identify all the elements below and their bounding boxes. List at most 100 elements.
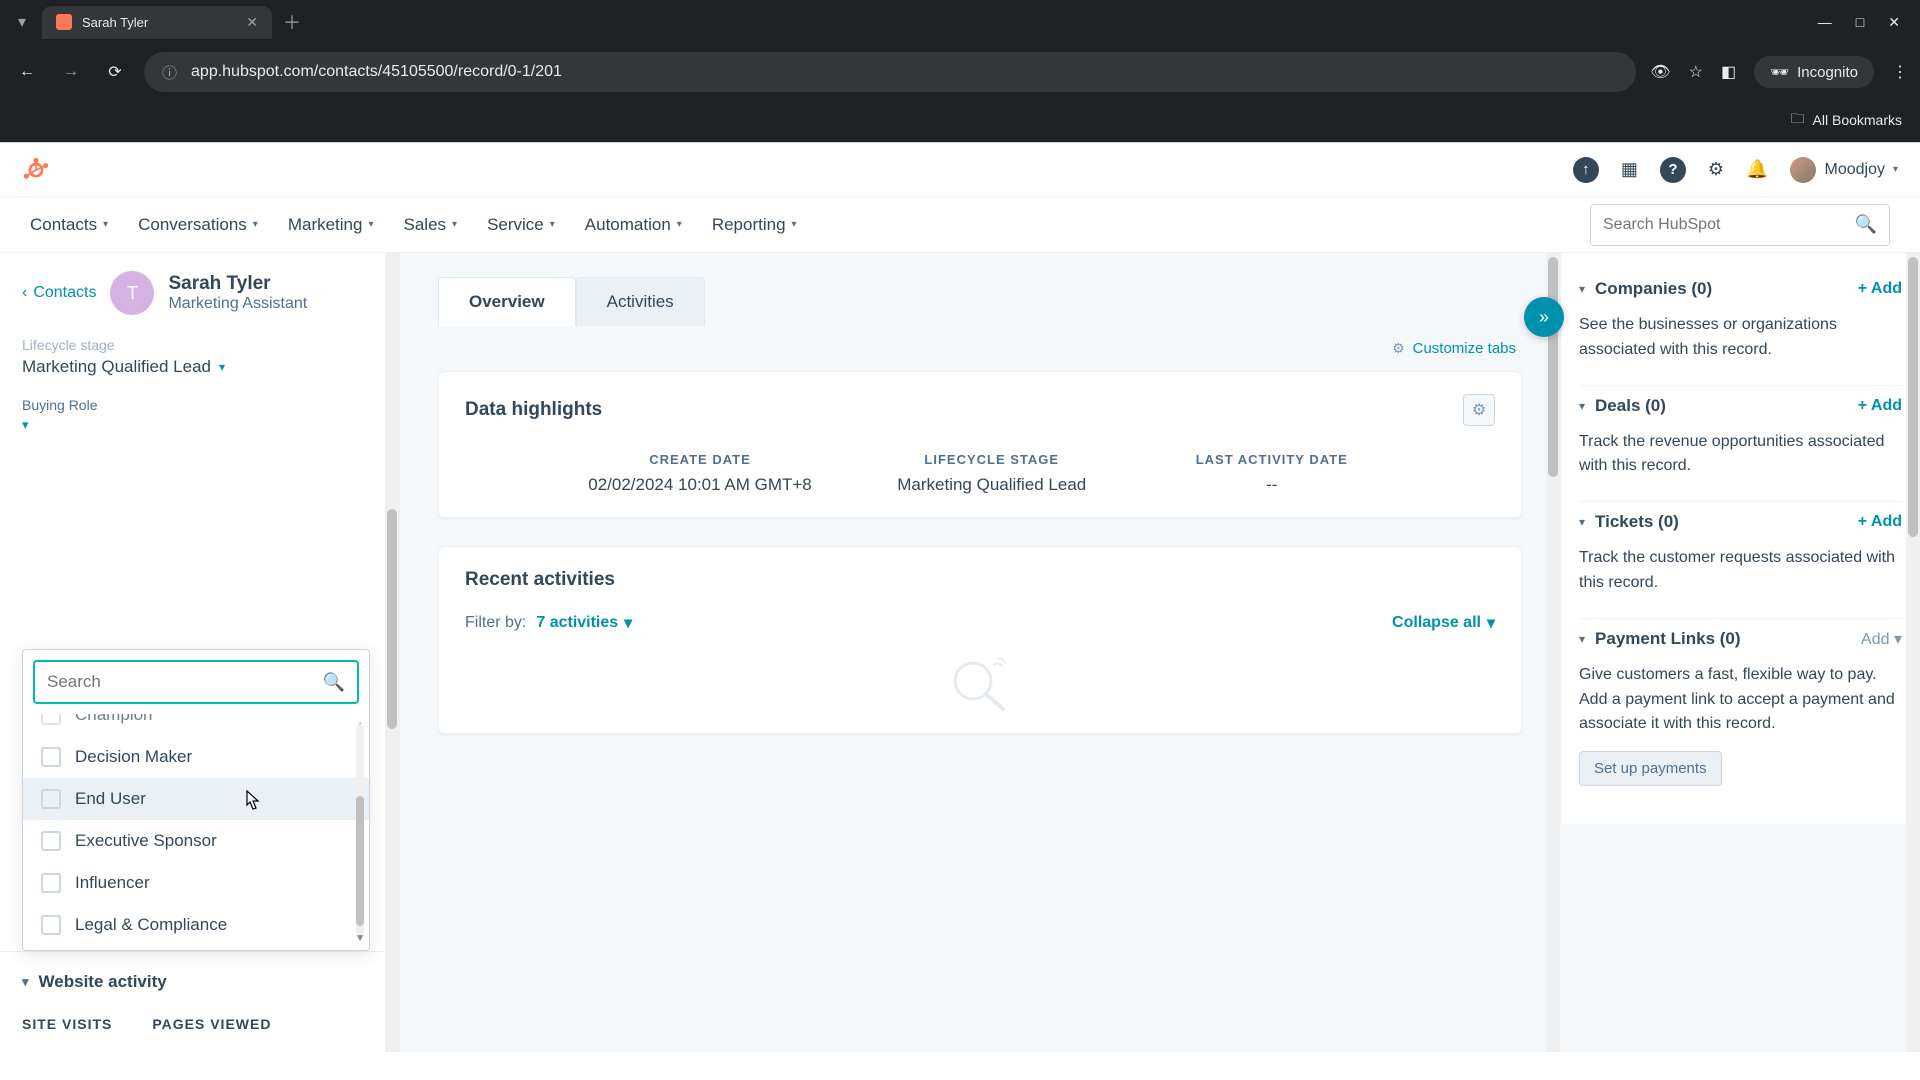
buying-role-select-trigger[interactable]: ▾ bbox=[22, 417, 29, 433]
tab-pages-viewed[interactable]: PAGES VIEWED bbox=[152, 1016, 271, 1032]
tab-overview[interactable]: Overview bbox=[438, 277, 576, 326]
dropdown-scrollbar[interactable]: ▲ ▼ bbox=[353, 724, 367, 940]
browser-tab[interactable]: Sarah Tyler ✕ bbox=[42, 6, 272, 39]
incognito-indicator[interactable]: 🕶 Incognito bbox=[1754, 56, 1874, 88]
checkbox[interactable] bbox=[41, 714, 61, 725]
window-controls: ― □ ✕ bbox=[1818, 14, 1912, 31]
chevron-down-icon[interactable]: ▾ bbox=[1579, 282, 1585, 296]
setup-payments-button[interactable]: Set up payments bbox=[1579, 751, 1722, 786]
chevron-down-icon[interactable]: ▾ bbox=[1579, 515, 1585, 529]
left-scrollbar[interactable] bbox=[385, 253, 399, 1052]
gear-icon: ⚙ bbox=[1392, 340, 1405, 357]
website-activity-section: ▾ Website activity SITE VISITS PAGES VIE… bbox=[0, 951, 399, 1052]
notifications-bell-icon[interactable]: 🔔 bbox=[1746, 159, 1768, 180]
nav-automation[interactable]: Automation▾ bbox=[585, 215, 682, 235]
option-decision-maker[interactable]: Decision Maker bbox=[23, 736, 369, 778]
minimize-icon[interactable]: ― bbox=[1818, 14, 1832, 31]
help-icon[interactable]: ? bbox=[1660, 157, 1686, 183]
nav-reporting[interactable]: Reporting▾ bbox=[712, 215, 797, 235]
option-legal-compliance[interactable]: Legal & Compliance bbox=[23, 904, 369, 946]
right-scrollbar[interactable] bbox=[1906, 253, 1920, 1052]
dropdown-search[interactable]: 🔍 bbox=[33, 660, 359, 704]
global-search[interactable]: 🔍 bbox=[1590, 204, 1890, 246]
hubspot-app: ↑ ▦ ? ⚙ 🔔 Moodjoy ▾ Contacts▾ Conversati… bbox=[0, 142, 1920, 1052]
close-window-icon[interactable]: ✕ bbox=[1888, 14, 1900, 31]
checkbox[interactable] bbox=[41, 873, 61, 893]
option-executive-sponsor[interactable]: Executive Sponsor bbox=[23, 820, 369, 862]
back-icon[interactable]: ← bbox=[12, 57, 42, 87]
dropdown-option-list: Champion Decision Maker End User Executi… bbox=[23, 714, 369, 950]
search-input[interactable] bbox=[1603, 216, 1855, 234]
scroll-thumb[interactable] bbox=[387, 509, 397, 729]
option-influencer[interactable]: Influencer bbox=[23, 862, 369, 904]
empty-state-illustration bbox=[465, 651, 1495, 711]
nav-marketing[interactable]: Marketing▾ bbox=[288, 215, 374, 235]
tab-activities[interactable]: Activities bbox=[576, 277, 705, 326]
search-icon[interactable]: 🔍 bbox=[323, 672, 345, 693]
nav-conversations[interactable]: Conversations▾ bbox=[138, 215, 258, 235]
section-deals: ▾ Deals (0) + Add Track the revenue oppo… bbox=[1579, 386, 1902, 503]
option-champion[interactable]: Champion bbox=[23, 714, 369, 736]
add-payment-link-dropdown[interactable]: Add ▾ bbox=[1861, 629, 1902, 649]
scroll-thumb[interactable] bbox=[1548, 257, 1558, 477]
add-deal-button[interactable]: + Add bbox=[1858, 397, 1902, 415]
chevron-down-icon[interactable]: ▾ bbox=[1579, 399, 1585, 413]
buying-role-dropdown: 🔍 Champion Decision Maker End User Execu… bbox=[22, 649, 370, 951]
nav-sales[interactable]: Sales▾ bbox=[404, 215, 458, 235]
side-panel-icon[interactable]: ◧ bbox=[1721, 62, 1736, 82]
tab-title: Sarah Tyler bbox=[82, 15, 236, 30]
highlight-create-date: CREATE DATE 02/02/2024 10:01 AM GMT+8 bbox=[588, 452, 812, 495]
nav-service[interactable]: Service▾ bbox=[487, 215, 555, 235]
option-end-user[interactable]: End User bbox=[23, 778, 369, 820]
new-tab-button[interactable]: ＋ bbox=[278, 8, 306, 36]
settings-gear-icon[interactable]: ⚙ bbox=[1708, 159, 1724, 180]
card-title: Recent activities bbox=[465, 569, 1495, 591]
mid-scrollbar[interactable] bbox=[1546, 253, 1560, 1052]
forward-icon[interactable]: → bbox=[56, 57, 86, 87]
chevron-down-icon: ▾ bbox=[219, 360, 225, 374]
card-settings-button[interactable]: ⚙ bbox=[1463, 394, 1495, 426]
upgrade-icon[interactable]: ↑ bbox=[1573, 157, 1599, 183]
record-main: Overview Activities ⚙ Customize tabs Dat… bbox=[400, 253, 1560, 1052]
hubspot-logo-icon[interactable] bbox=[22, 156, 50, 184]
contact-name: Sarah Tyler bbox=[168, 273, 307, 295]
nav-contacts[interactable]: Contacts▾ bbox=[30, 215, 108, 235]
checkbox[interactable] bbox=[41, 789, 61, 809]
site-info-icon[interactable]: ⓘ bbox=[162, 62, 177, 83]
scroll-thumb[interactable] bbox=[356, 796, 364, 926]
lifecycle-stage-select[interactable]: Marketing Qualified Lead ▾ bbox=[22, 357, 377, 377]
checkbox[interactable] bbox=[41, 915, 61, 935]
checkbox[interactable] bbox=[41, 747, 61, 767]
add-ticket-button[interactable]: + Add bbox=[1858, 513, 1902, 531]
chevron-down-icon: ▾ bbox=[253, 219, 258, 230]
checkbox[interactable] bbox=[41, 831, 61, 851]
contact-avatar[interactable]: T bbox=[110, 271, 154, 315]
primary-nav: Contacts▾ Conversations▾ Marketing▾ Sale… bbox=[0, 197, 1920, 253]
add-company-button[interactable]: + Add bbox=[1858, 280, 1902, 298]
website-activity-toggle[interactable]: ▾ Website activity bbox=[22, 972, 377, 992]
browser-chrome: ▾ Sarah Tyler ✕ ＋ ― □ ✕ ← → ⟳ ⓘ app.hubs… bbox=[0, 0, 1920, 142]
highlight-last-activity: LAST ACTIVITY DATE -- bbox=[1172, 452, 1372, 495]
browser-menu-icon[interactable]: ⋮ bbox=[1892, 62, 1908, 82]
tab-site-visits[interactable]: SITE VISITS bbox=[22, 1016, 112, 1032]
tracking-blocked-icon[interactable]: 👁 bbox=[1650, 62, 1670, 82]
chevron-down-icon[interactable]: ▾ bbox=[1579, 632, 1585, 646]
url-input[interactable]: ⓘ app.hubspot.com/contacts/45105500/reco… bbox=[144, 52, 1636, 92]
scroll-thumb[interactable] bbox=[1908, 257, 1918, 537]
search-icon[interactable]: 🔍 bbox=[1855, 214, 1877, 235]
bookmark-star-icon[interactable]: ☆ bbox=[1689, 62, 1703, 82]
collapse-all-button[interactable]: Collapse all ▾ bbox=[1392, 613, 1495, 633]
all-bookmarks-link[interactable]: All Bookmarks bbox=[1813, 112, 1902, 128]
scroll-down-arrow-icon[interactable]: ▼ bbox=[355, 933, 365, 944]
dropdown-search-input[interactable] bbox=[47, 672, 323, 692]
close-tab-icon[interactable]: ✕ bbox=[246, 14, 258, 31]
tab-list-dropdown[interactable]: ▾ bbox=[8, 8, 36, 36]
activities-filter-dropdown[interactable]: 7 activities ▾ bbox=[536, 613, 632, 633]
maximize-icon[interactable]: □ bbox=[1856, 14, 1864, 31]
expand-sidebar-button[interactable]: » bbox=[1524, 297, 1564, 337]
reload-icon[interactable]: ⟳ bbox=[100, 57, 130, 87]
customize-tabs-link[interactable]: ⚙ Customize tabs bbox=[444, 340, 1516, 357]
user-menu[interactable]: Moodjoy ▾ bbox=[1790, 157, 1898, 183]
back-to-contacts-link[interactable]: ‹ Contacts bbox=[22, 284, 96, 302]
marketplace-icon[interactable]: ▦ bbox=[1621, 159, 1638, 180]
